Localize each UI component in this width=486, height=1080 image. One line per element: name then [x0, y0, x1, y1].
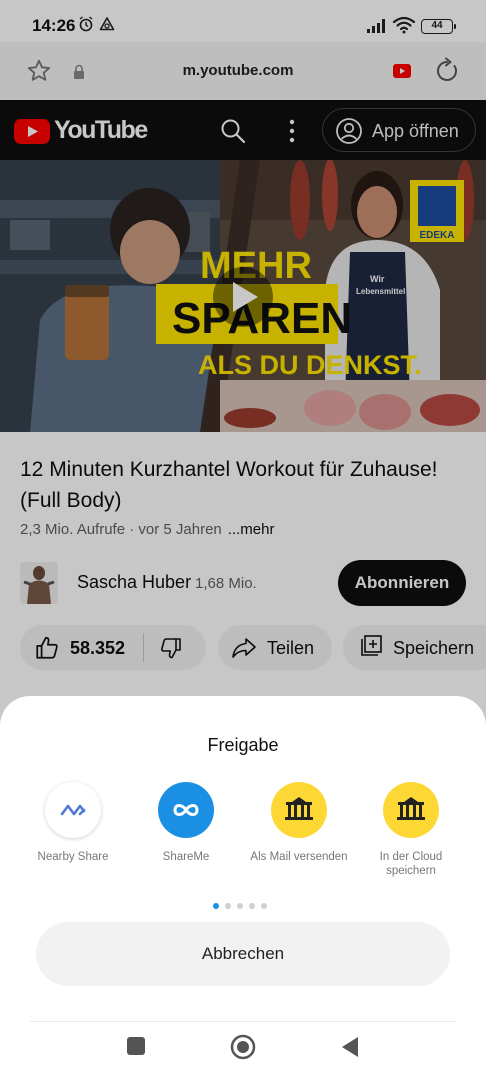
page-dot[interactable] [261, 903, 267, 909]
page-dot[interactable] [237, 903, 243, 909]
share-target-nearby[interactable]: Nearby Share [18, 782, 128, 864]
back-icon[interactable] [340, 1036, 360, 1058]
cancel-button[interactable]: Abbrechen [36, 922, 450, 986]
nearby-share-icon [45, 782, 101, 838]
share-target-label: In der Cloud speichern [379, 851, 443, 877]
share-sheet: Freigabe Nearby Share ShareMe Als Mail v… [0, 696, 486, 1080]
share-target-label: Nearby Share [37, 851, 109, 863]
nav-divider [30, 1021, 456, 1022]
share-target-label: Als Mail versenden [250, 851, 348, 863]
page-dot[interactable] [249, 903, 255, 909]
recents-icon[interactable] [126, 1036, 146, 1056]
share-target-mail[interactable]: Als Mail versenden [244, 782, 354, 864]
share-sheet-title: Freigabe [207, 735, 279, 755]
home-icon[interactable] [230, 1034, 256, 1060]
gate-icon [383, 782, 439, 838]
page-indicator [213, 896, 273, 914]
share-target-label: ShareMe [162, 851, 210, 863]
gate-icon [271, 782, 327, 838]
page-dot[interactable] [225, 903, 231, 909]
page-dot-active[interactable] [213, 903, 219, 909]
share-target-shareme[interactable]: ShareMe [131, 782, 241, 864]
shareme-icon [158, 782, 214, 838]
share-target-cloud[interactable]: In der Cloud speichern [356, 782, 466, 878]
